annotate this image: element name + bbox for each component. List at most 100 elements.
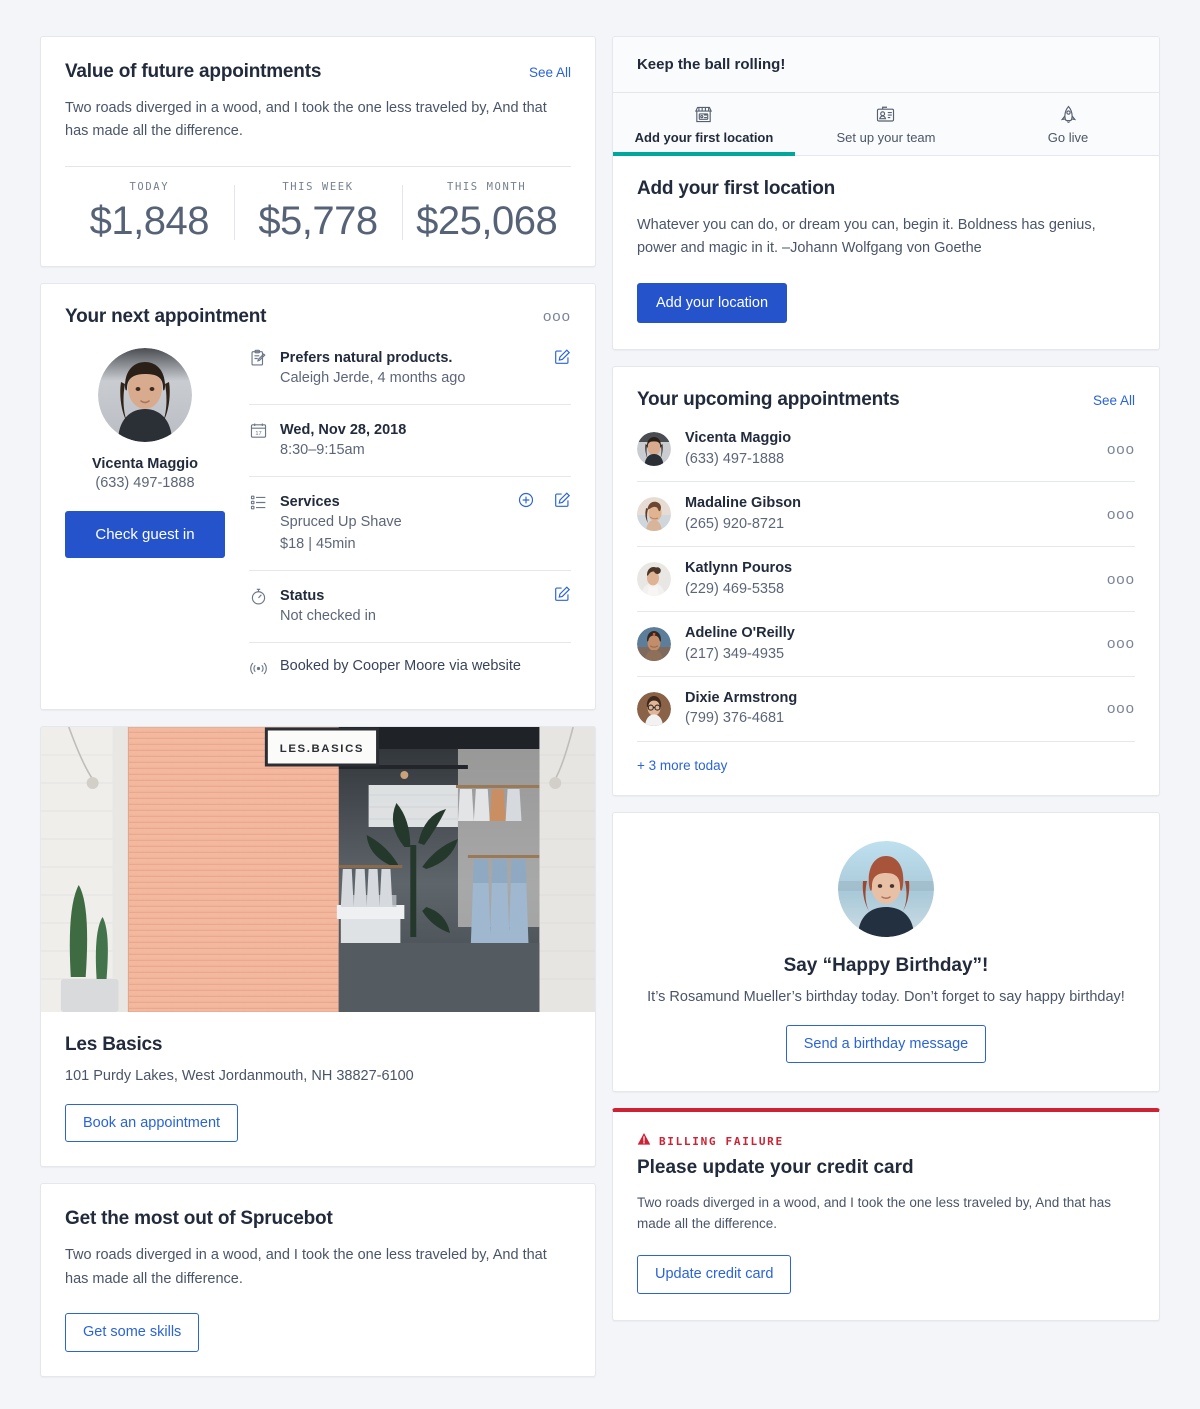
avatar [636, 562, 671, 597]
note-primary: Prefers natural products. [280, 349, 453, 366]
overflow-menu-icon[interactable]: ooo [1107, 507, 1135, 522]
tab-go-live[interactable]: Go live [977, 93, 1159, 155]
billing-status-badge: BILLING FAILURE [637, 1132, 1135, 1151]
edit-services-icon[interactable] [553, 491, 571, 514]
location-card: LES.BASICS Les Basics 101 Purdy Lakes, W… [40, 725, 596, 1168]
stopwatch-icon [249, 587, 269, 611]
stat-this-month: THIS MONTH $25,068 [402, 181, 571, 244]
person-name: Adeline O'Reilly [684, 625, 795, 642]
sprucebot-description: Two roads diverged in a wood, and I took… [65, 1247, 547, 1287]
overflow-menu-icon[interactable]: ooo [1107, 442, 1135, 457]
next-appointment-title: Your next appointment [65, 305, 267, 327]
booked-by-text: Booked by Cooper Moore via website [280, 657, 521, 674]
onboarding-tabs: Add your first location Set up your team [612, 93, 1159, 156]
appointment-details: Prefers natural products. Caleigh Jerde,… [249, 348, 571, 683]
services-actions [517, 491, 571, 514]
date-text: Wed, Nov 28, 2018 8:30–9:15am [280, 420, 571, 462]
person-phone: (265) 920-8721 [684, 515, 785, 532]
check-guest-in-button[interactable]: Check guest in [65, 510, 225, 558]
guest-phone: (633) 497-1888 [95, 474, 195, 491]
birthday-title: Say “Happy Birthday”! [783, 954, 989, 976]
left-column: Value of future appointments See All Two… [40, 36, 596, 1377]
more-today-link[interactable]: + 3 more today [637, 758, 727, 773]
add-service-icon[interactable] [517, 491, 535, 514]
stat-label: THIS WEEK [282, 180, 354, 193]
list-item[interactable]: Vicenta Maggio (633) 497-1888 ooo [636, 417, 1135, 483]
person-name: Katlynn Pouros [684, 560, 793, 577]
avatar [636, 432, 671, 467]
person-info: Madaline Gibson (265) 920-8721 [685, 494, 1093, 534]
calendar-icon: 17 [249, 421, 269, 445]
overflow-menu-icon[interactable]: ooo [543, 309, 571, 324]
next-appointment-body: Vicenta Maggio (633) 497-1888 Check gues… [65, 347, 571, 683]
location-address: 101 Purdy Lakes, West Jordanmouth, NH 38… [65, 1067, 414, 1084]
service-price-duration: $18 | 45min [280, 536, 356, 553]
tab-label: Go live [1047, 130, 1089, 145]
upcoming-header: Your upcoming appointments See All [637, 389, 1135, 411]
overflow-menu-icon[interactable]: ooo [1107, 636, 1135, 651]
value-of-future-appointments-card: Value of future appointments See All Two… [40, 36, 596, 267]
person-info: Dixie Armstrong (799) 376-4681 [685, 689, 1093, 729]
clipboard-pencil-icon [249, 349, 269, 373]
value-card-description: Two roads diverged in a wood, and I took… [65, 100, 547, 140]
billing-text: Two roads diverged in a wood, and I took… [636, 1195, 1112, 1232]
note-actions [553, 348, 571, 371]
appointment-time: 8:30–9:15am [280, 442, 365, 459]
stat-label: THIS MONTH [447, 180, 527, 193]
note-secondary: Caleigh Jerde, 4 months ago [280, 370, 466, 387]
upcoming-title: Your upcoming appointments [636, 389, 900, 411]
book-appointment-button[interactable]: Book an appointment [65, 1103, 239, 1143]
stat-this-week: THIS WEEK $5,778 [233, 180, 403, 244]
person-name: Dixie Armstrong [684, 689, 798, 706]
update-credit-card-button[interactable]: Update credit card [636, 1255, 792, 1294]
person-phone: (799) 376-4681 [684, 710, 785, 727]
avatar [837, 840, 934, 937]
overflow-menu-icon[interactable]: ooo [1107, 572, 1135, 587]
edit-status-icon[interactable] [553, 585, 571, 608]
list-item[interactable]: Dixie Armstrong (799) 376-4681 ooo [636, 677, 1135, 742]
avatar [636, 691, 671, 726]
list-item[interactable]: Adeline O'Reilly (217) 349-4935 ooo [636, 612, 1135, 677]
get-some-skills-button[interactable]: Get some skills [65, 1313, 200, 1352]
billing-failure-card: BILLING FAILURE Please update your credi… [611, 1108, 1160, 1321]
birthday-card: Say “Happy Birthday”! It’s Rosamund Muel… [611, 811, 1160, 1093]
edit-note-icon[interactable] [553, 348, 571, 371]
person-phone: (217) 349-4935 [684, 645, 785, 662]
stat-today: TODAY $1,848 [65, 181, 234, 244]
stat-value: $25,068 [416, 198, 558, 243]
appointment-note-row: Prefers natural products. Caleigh Jerde,… [249, 348, 571, 406]
next-appointment-header: Your next appointment ooo [65, 306, 571, 328]
birthday-text: It’s Rosamund Mueller’s birthday today. … [647, 988, 1125, 1005]
appointment-date-row: 17 Wed, Nov 28, 2018 8:30–9:15am [249, 405, 571, 478]
id-badge-icon [799, 103, 973, 125]
appointment-status-row: Status Not checked in [249, 571, 571, 643]
person-phone: (633) 497-1888 [684, 451, 785, 468]
stats-row: TODAY $1,848 THIS WEEK $5,778 THIS MONTH… [65, 165, 571, 244]
overflow-menu-icon[interactable]: ooo [1107, 701, 1135, 716]
upcoming-appointments-card: Your upcoming appointments See All Vicen… [611, 366, 1160, 796]
dashboard-page: Value of future appointments See All Two… [0, 0, 1200, 1409]
tab-add-your-first-location[interactable]: Add your first location [612, 93, 796, 156]
appointment-booked-row: Booked by Cooper Moore via website [249, 643, 571, 683]
svg-text:17: 17 [255, 431, 261, 437]
see-all-link-upcoming[interactable]: See All [1093, 393, 1135, 408]
list-item[interactable]: Madaline Gibson (265) 920-8721 ooo [636, 482, 1135, 548]
list-item[interactable]: Katlynn Pouros (229) 469-5358 ooo [636, 547, 1135, 613]
warning-icon [637, 1132, 651, 1151]
see-all-link-value[interactable]: See All [529, 65, 571, 80]
add-your-location-button[interactable]: Add your location [636, 282, 788, 324]
storefront-icon [617, 103, 791, 125]
person-info: Vicenta Maggio (633) 497-1888 [685, 429, 1093, 469]
panel-text: Whatever you can do, or dream you can, b… [636, 217, 1096, 257]
storefront-photo: LES.BASICS [41, 726, 595, 1012]
list-icon [249, 493, 269, 517]
send-birthday-message-button[interactable]: Send a birthday message [785, 1024, 987, 1064]
appointment-services-row: Services Spruced Up Shave $18 | 45min [249, 477, 571, 571]
rocket-icon [981, 103, 1155, 125]
tab-set-up-your-team[interactable]: Set up your team [795, 93, 977, 155]
sprucebot-title: Get the most out of Sprucebot [65, 1208, 333, 1230]
keep-rolling-header: Keep the ball rolling! [612, 37, 1159, 93]
storefront-sign-text: LES.BASICS [280, 743, 364, 755]
avatar [98, 347, 192, 442]
next-appointment-card: Your next appointment ooo Vicenta Maggio… [40, 282, 596, 710]
